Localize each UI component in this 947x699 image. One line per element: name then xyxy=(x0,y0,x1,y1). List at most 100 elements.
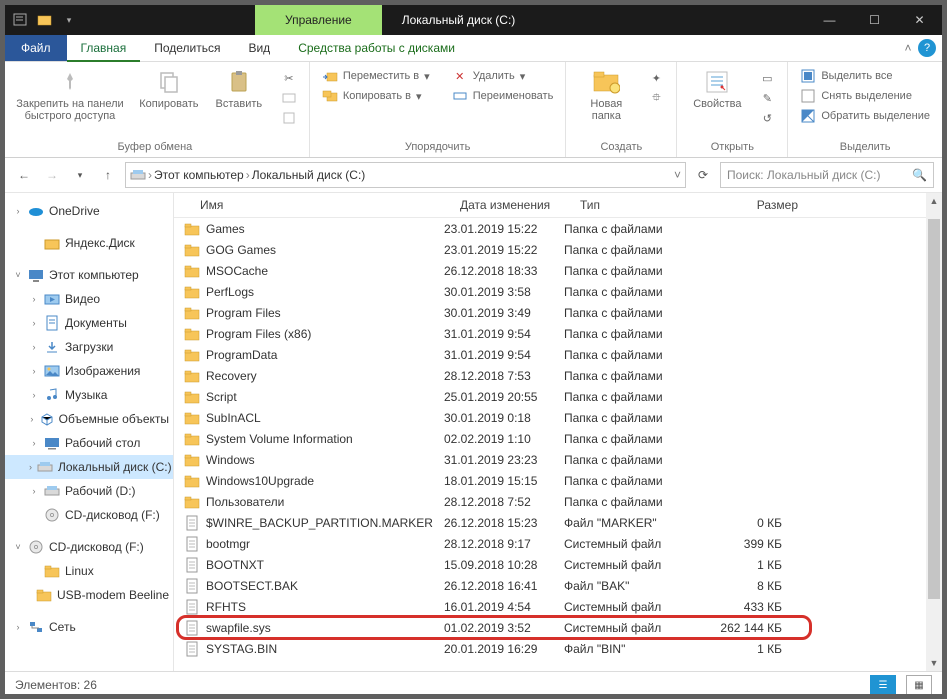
file-row[interactable]: BOOTNXT15.09.2018 10:28Системный файл1 К… xyxy=(174,554,942,575)
minimize-button[interactable]: — xyxy=(807,5,852,35)
copy-to-button[interactable]: Копировать в ▾ xyxy=(318,86,434,106)
tree-item[interactable]: ›Видео xyxy=(5,287,173,311)
select-all-button[interactable]: Выделить все xyxy=(796,66,934,86)
address-bar[interactable]: › Этот компьютер › Локальный диск (C:) ˅ xyxy=(125,162,686,188)
file-list[interactable]: Имя Дата изменения Тип Размер Games23.01… xyxy=(174,193,942,671)
expand-icon[interactable]: › xyxy=(29,486,39,496)
rename-button[interactable]: Переименовать xyxy=(448,86,558,106)
tree-item[interactable]: ›Объемные объекты xyxy=(5,407,173,431)
col-size[interactable]: Размер xyxy=(698,198,806,212)
file-row[interactable]: Program Files (x86)31.01.2019 9:54Папка … xyxy=(174,323,942,344)
file-row[interactable]: PerfLogs30.01.2019 3:58Папка с файлами xyxy=(174,281,942,302)
move-to-button[interactable]: Переместить в ▾ xyxy=(318,66,434,86)
tree-item[interactable]: ›Рабочий (D:) xyxy=(5,479,173,503)
paste-button[interactable]: Вставить xyxy=(207,66,271,112)
tree-item[interactable]: ›Музыка xyxy=(5,383,173,407)
chevron-right-icon[interactable]: › xyxy=(246,168,250,182)
properties-button[interactable]: Свойства xyxy=(685,66,749,112)
expand-icon[interactable]: › xyxy=(29,390,39,400)
file-row[interactable]: ProgramData31.01.2019 9:54Папка с файлам… xyxy=(174,344,942,365)
tree-item[interactable]: CD-дисковод (F:) xyxy=(5,503,173,527)
folder-icon[interactable] xyxy=(37,12,53,28)
file-row[interactable]: Windows10Upgrade18.01.2019 15:15Папка с … xyxy=(174,470,942,491)
forward-button[interactable]: → xyxy=(41,164,63,186)
back-button[interactable]: ← xyxy=(13,164,35,186)
col-name[interactable]: Имя xyxy=(174,198,460,212)
scroll-down-icon[interactable]: ▼ xyxy=(926,655,942,671)
tree-item[interactable]: Яндекс.Диск xyxy=(5,231,173,255)
delete-button[interactable]: ✕Удалить ▾ xyxy=(448,66,558,86)
vertical-scrollbar[interactable]: ▲ ▼ xyxy=(926,193,942,671)
tree-item[interactable]: USB-modem Beeline xyxy=(5,583,173,607)
expand-icon[interactable]: › xyxy=(13,206,23,216)
expand-icon[interactable]: › xyxy=(29,294,39,304)
file-row[interactable]: System Volume Information02.02.2019 1:10… xyxy=(174,428,942,449)
tree-item[interactable]: ›Загрузки xyxy=(5,335,173,359)
file-row[interactable]: $WINRE_BACKUP_PARTITION.MARKER26.12.2018… xyxy=(174,512,942,533)
tree-item[interactable]: ›OneDrive xyxy=(5,199,173,223)
tab-view[interactable]: Вид xyxy=(234,35,284,61)
expand-icon[interactable]: › xyxy=(29,318,39,328)
expand-icon[interactable]: › xyxy=(13,622,23,632)
select-none-button[interactable]: Снять выделение xyxy=(796,86,934,106)
ribbon-collapse-icon[interactable]: ˄ xyxy=(898,35,918,61)
close-button[interactable]: ✕ xyxy=(897,5,942,35)
file-row[interactable]: bootmgr28.12.2018 9:17Системный файл399 … xyxy=(174,533,942,554)
tree-item[interactable]: Linux xyxy=(5,559,173,583)
tree-item[interactable]: ›Сеть xyxy=(5,615,173,639)
tree-item[interactable]: ˅Этот компьютер xyxy=(5,263,173,287)
expand-icon[interactable]: ˅ xyxy=(13,270,23,280)
search-box[interactable]: Поиск: Локальный диск (C:) 🔍 xyxy=(720,162,934,188)
paste-shortcut-button[interactable] xyxy=(277,108,301,128)
file-tab[interactable]: Файл xyxy=(5,35,67,61)
history-button[interactable]: ↺ xyxy=(755,108,779,128)
up-button[interactable]: ↑ xyxy=(97,164,119,186)
file-row[interactable]: BOOTSECT.BAK26.12.2018 16:41Файл "BAK"8 … xyxy=(174,575,942,596)
invert-selection-button[interactable]: Обратить выделение xyxy=(796,106,934,126)
properties-icon[interactable] xyxy=(13,12,29,28)
file-row[interactable]: SYSTAG.BIN20.01.2019 16:29Файл "BIN"1 КБ xyxy=(174,638,942,659)
recent-locations-button[interactable]: ▾ xyxy=(69,164,91,186)
address-dropdown-icon[interactable]: ˅ xyxy=(674,168,681,182)
easy-access-button[interactable]: ⯐ xyxy=(644,88,668,108)
help-button[interactable]: ? xyxy=(918,39,936,57)
navigation-tree[interactable]: ›OneDrive Яндекс.Диск ˅Этот компьютер›Виде… xyxy=(5,193,174,671)
chevron-right-icon[interactable]: › xyxy=(148,168,152,182)
file-row[interactable]: Windows31.01.2019 23:23Папка с файлами xyxy=(174,449,942,470)
maximize-button[interactable]: ☐ xyxy=(852,5,897,35)
expand-icon[interactable]: › xyxy=(29,438,39,448)
expand-icon[interactable]: › xyxy=(29,342,39,352)
expand-icon[interactable]: › xyxy=(29,414,35,424)
breadcrumb-segment[interactable]: Локальный диск (C:) xyxy=(252,168,366,182)
tree-item[interactable]: ›Рабочий стол xyxy=(5,431,173,455)
cut-button[interactable]: ✂ xyxy=(277,68,301,88)
tree-item[interactable]: ›Документы xyxy=(5,311,173,335)
scrollbar-thumb[interactable] xyxy=(928,219,940,599)
open-button[interactable]: ▭ xyxy=(755,68,779,88)
details-view-button[interactable]: ☰ xyxy=(870,675,896,695)
pin-button[interactable]: Закрепить на панели быстрого доступа xyxy=(9,66,131,124)
expand-icon[interactable]: › xyxy=(29,366,39,376)
file-row[interactable]: Games23.01.2019 15:22Папка с файлами xyxy=(174,218,942,239)
scroll-up-icon[interactable]: ▲ xyxy=(926,193,942,209)
file-row[interactable]: Program Files30.01.2019 3:49Папка с файл… xyxy=(174,302,942,323)
icons-view-button[interactable]: ▦ xyxy=(906,675,932,695)
tab-drive-tools[interactable]: Средства работы с дисками xyxy=(284,35,469,61)
copy-button[interactable]: Копировать xyxy=(137,66,201,112)
file-row[interactable]: Script25.01.2019 20:55Папка с файлами xyxy=(174,386,942,407)
refresh-button[interactable]: ⟳ xyxy=(692,164,714,186)
tab-home[interactable]: Главная xyxy=(67,35,141,62)
file-row[interactable]: swapfile.sys01.02.2019 3:52Системный фай… xyxy=(174,617,942,638)
copy-path-button[interactable] xyxy=(277,88,301,108)
col-type[interactable]: Тип xyxy=(580,198,698,212)
col-date[interactable]: Дата изменения xyxy=(460,198,580,212)
new-folder-button[interactable]: Новая папка xyxy=(574,66,638,124)
tree-item[interactable]: ›Изображения xyxy=(5,359,173,383)
file-row[interactable]: RFHTS16.01.2019 4:54Системный файл433 КБ xyxy=(174,596,942,617)
breadcrumb-segment[interactable]: Этот компьютер xyxy=(154,168,244,182)
tree-item[interactable]: ˅CD-дисковод (F:) xyxy=(5,535,173,559)
file-row[interactable]: MSOCache26.12.2018 18:33Папка с файлами xyxy=(174,260,942,281)
expand-icon[interactable]: › xyxy=(29,462,32,472)
qat-dropdown-icon[interactable]: ▾ xyxy=(61,12,77,28)
new-item-button[interactable]: ✦ xyxy=(644,68,668,88)
